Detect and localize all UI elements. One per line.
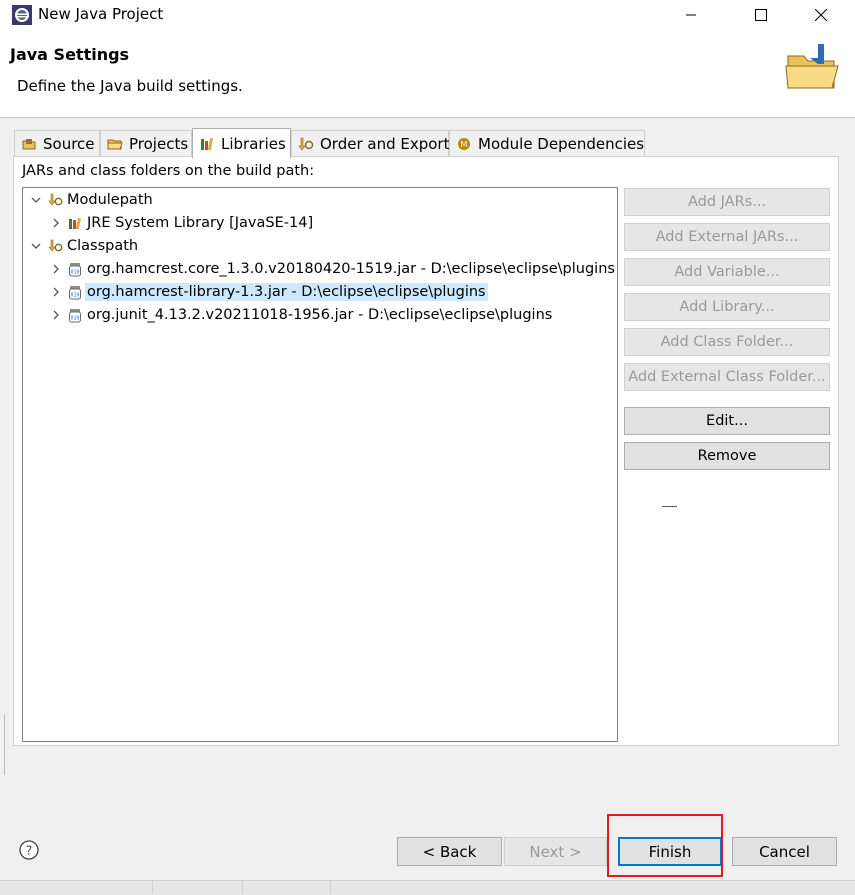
tab-module-dependencies[interactable]: M Module Dependencies — [449, 130, 645, 156]
tab-libraries-label: Libraries — [221, 134, 286, 153]
hamcrest-core-label: org.hamcrest.core_1.3.0.v20180420-1519.j… — [87, 261, 615, 277]
minimize-icon — [686, 14, 696, 16]
add-variable-button[interactable]: Add Variable... — [624, 258, 830, 286]
svg-text:010: 010 — [70, 293, 79, 299]
build-path-tree[interactable]: Modulepath JRE System Library [JavaSE-14… — [22, 187, 618, 742]
build-path-label: JARs and class folders on the build path… — [22, 163, 315, 179]
remove-button[interactable]: Remove — [624, 442, 830, 470]
tab-projects-label: Projects — [129, 134, 189, 153]
bottom-taskbar-strip — [0, 880, 855, 895]
wizard-header: Java Settings Define the Java build sett… — [0, 30, 855, 118]
chevron-right-icon[interactable] — [49, 285, 63, 299]
add-library-button[interactable]: Add Library... — [624, 293, 830, 321]
page-description: Define the Java build settings. — [17, 77, 243, 95]
next-button[interactable]: Next > — [504, 837, 607, 866]
title-bar: New Java Project — [0, 0, 855, 30]
page-title: Java Settings — [10, 45, 130, 64]
library-icon — [69, 217, 81, 230]
eclipse-app-icon — [12, 5, 32, 25]
minimize-button[interactable] — [668, 0, 714, 30]
strip-divider — [242, 880, 243, 894]
folder-icon — [785, 44, 839, 89]
strip-divider — [152, 880, 153, 894]
jre-library-label: JRE System Library [JavaSE-14] — [87, 215, 314, 231]
tree-node-modulepath[interactable]: Modulepath — [29, 189, 153, 211]
tree-item-hamcrest-core[interactable]: 010 org.hamcrest.core_1.3.0.v20180420-15… — [49, 258, 615, 280]
tab-projects[interactable]: Projects — [100, 130, 192, 156]
tree-item-jre-library[interactable]: JRE System Library [JavaSE-14] — [49, 212, 313, 234]
jar-icon: 010 — [69, 286, 81, 300]
libraries-icon — [201, 137, 214, 150]
close-icon — [815, 9, 827, 21]
source-icon — [22, 138, 36, 149]
chevron-right-icon[interactable] — [49, 262, 63, 276]
finish-highlight-box — [607, 814, 723, 877]
projects-icon — [107, 139, 123, 149]
edit-button[interactable]: Edit... — [624, 407, 830, 435]
tree-item-junit[interactable]: 010 org.junit_4.13.2.v20211018-1956.jar … — [49, 304, 552, 326]
classpath-label: Classpath — [67, 238, 139, 254]
order-export-icon — [298, 137, 314, 150]
classpath-container-icon — [48, 193, 63, 206]
tab-order-and-export-label: Order and Export — [320, 134, 450, 153]
help-icon[interactable]: ? — [19, 840, 39, 860]
cancel-button[interactable]: Cancel — [732, 837, 837, 866]
jar-icon: 010 — [69, 263, 81, 277]
add-external-jars-button[interactable]: Add External JARs... — [624, 223, 830, 251]
svg-text:M: M — [461, 140, 468, 149]
svg-text:010: 010 — [70, 316, 79, 322]
jar-icon: 010 — [69, 309, 81, 323]
modulepath-label: Modulepath — [67, 192, 153, 208]
tab-libraries[interactable]: Libraries — [192, 128, 291, 158]
add-class-folder-button[interactable]: Add Class Folder... — [624, 328, 830, 356]
tab-order-and-export[interactable]: Order and Export — [291, 130, 450, 156]
maximize-button[interactable] — [738, 0, 784, 30]
chevron-down-icon[interactable] — [29, 193, 43, 207]
tree-node-classpath[interactable]: Classpath — [29, 235, 138, 257]
add-jars-button[interactable]: Add JARs... — [624, 188, 830, 216]
junit-label: org.junit_4.13.2.v20211018-1956.jar - D:… — [87, 307, 553, 323]
classpath-container-icon — [48, 239, 63, 252]
chevron-down-icon[interactable] — [29, 239, 43, 253]
hamcrest-library-label: org.hamcrest-library-1.3.jar - D:\eclips… — [85, 283, 488, 301]
add-external-class-folder-button[interactable]: Add External Class Folder... — [624, 363, 830, 391]
chevron-right-icon[interactable] — [49, 308, 63, 322]
chevron-right-icon[interactable] — [49, 216, 63, 230]
tab-source-label: Source — [43, 134, 95, 153]
tab-source[interactable]: Source — [14, 130, 100, 156]
tab-module-dependencies-label: Module Dependencies — [478, 134, 645, 153]
svg-text:010: 010 — [70, 270, 79, 276]
back-button[interactable]: < Back — [397, 837, 502, 866]
svg-text:?: ? — [26, 844, 32, 858]
tree-item-hamcrest-library[interactable]: 010 org.hamcrest-library-1.3.jar - D:\ec… — [49, 281, 488, 303]
separator-dash — [662, 506, 677, 507]
window-edge — [0, 715, 5, 775]
window-title: New Java Project — [38, 5, 164, 23]
module-icon: M — [458, 137, 470, 150]
close-window-button[interactable] — [798, 0, 844, 30]
maximize-icon — [755, 9, 767, 21]
strip-divider — [330, 880, 331, 894]
